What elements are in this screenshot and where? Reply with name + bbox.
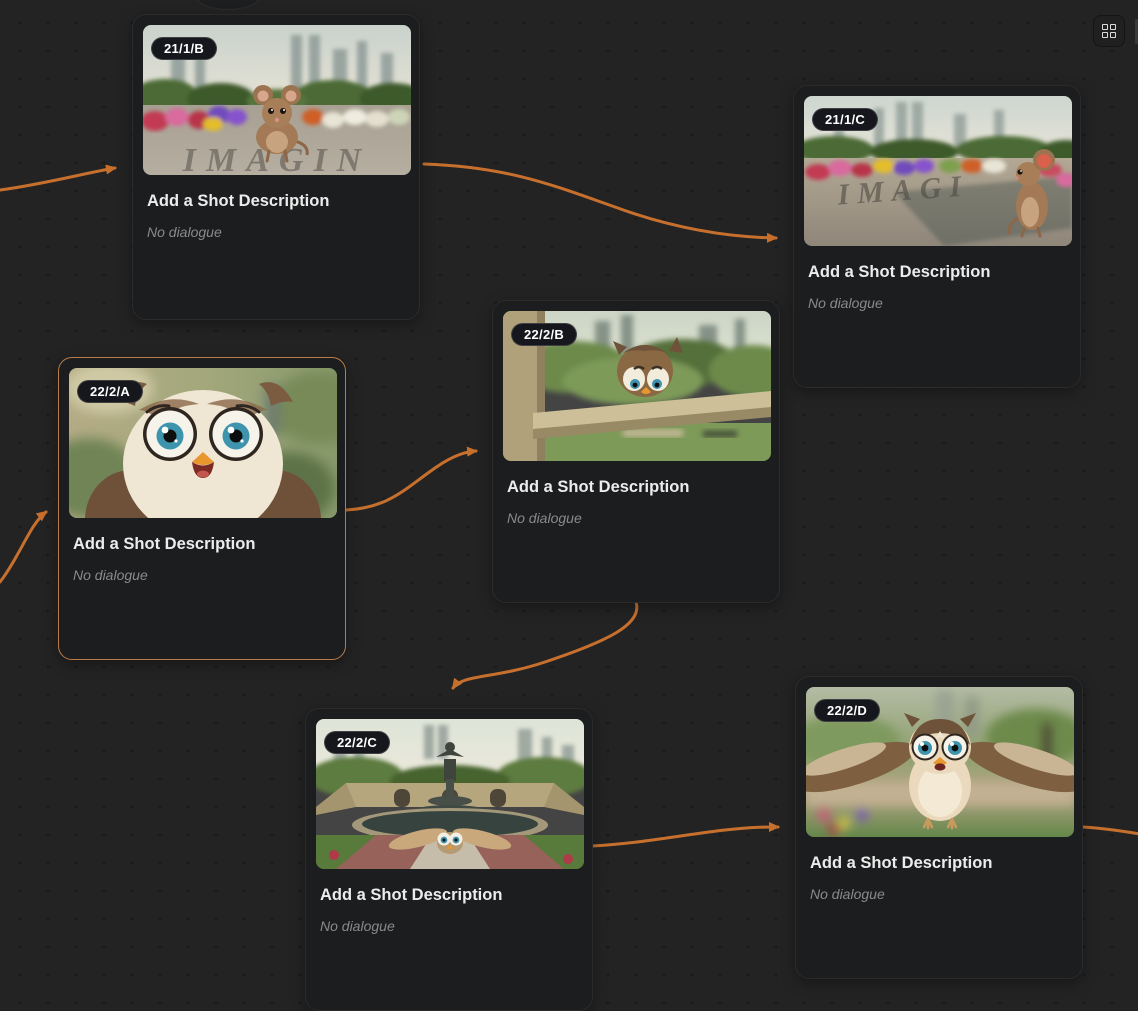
shot-id-badge: 21/1/B	[151, 37, 217, 60]
shot-id-badge: 22/2/C	[324, 731, 390, 754]
connector-into-21-1-B	[0, 168, 115, 190]
shot-description-placeholder[interactable]: Add a Shot Description	[320, 886, 578, 905]
shot-description-placeholder[interactable]: Add a Shot Description	[507, 478, 765, 497]
connector-21-1-B-to-21-1-C	[424, 164, 776, 238]
shot-thumbnail[interactable]: IMAGIN 21/1/B	[143, 25, 411, 175]
shot-description-placeholder[interactable]: Add a Shot Description	[147, 192, 405, 211]
shot-id-badge: 22/2/D	[814, 699, 880, 722]
shot-dialogue-placeholder[interactable]: No dialogue	[147, 224, 405, 240]
shot-card-21-1-C[interactable]: IMAGI 21/1/C Add a Shot Description No d…	[793, 85, 1081, 388]
shot-card-22-2-D[interactable]: 22/2/D Add a Shot Description No dialogu…	[795, 676, 1083, 979]
shot-description-placeholder[interactable]: Add a Shot Description	[810, 854, 1068, 873]
shot-dialogue-placeholder[interactable]: No dialogue	[73, 567, 331, 583]
connector-out-of-22-2-D	[1083, 827, 1138, 834]
shot-description-placeholder[interactable]: Add a Shot Description	[808, 263, 1066, 282]
shot-card-21-1-B[interactable]: IMAGIN 21/1/B	[132, 14, 420, 320]
shot-card-22-2-B[interactable]: 22/2/B Add a Shot Description No dialogu…	[492, 300, 780, 603]
connector-22-2-C-to-22-2-D	[592, 827, 778, 846]
shot-thumbnail[interactable]: 22/2/D	[806, 687, 1074, 837]
shot-thumbnail[interactable]: 22/2/B	[503, 311, 771, 461]
shot-dialogue-placeholder[interactable]: No dialogue	[507, 510, 765, 526]
shot-card-22-2-A[interactable]: 22/2/A Add a Shot Description No dialogu…	[58, 357, 346, 660]
connector-22-2-B-to-22-2-C	[453, 602, 637, 688]
shot-id-badge: 21/1/C	[812, 108, 878, 131]
shot-id-badge: 22/2/A	[77, 380, 143, 403]
connector-into-22-2-A	[0, 512, 46, 582]
connector-22-2-A-to-22-2-B	[346, 451, 476, 510]
partial-node-above	[197, 0, 259, 9]
shot-dialogue-placeholder[interactable]: No dialogue	[808, 295, 1066, 311]
shot-dialogue-placeholder[interactable]: No dialogue	[320, 918, 578, 934]
shot-description-placeholder[interactable]: Add a Shot Description	[73, 535, 331, 554]
grid-icon	[1102, 24, 1116, 38]
shot-thumbnail[interactable]: IMAGI 21/1/C	[804, 96, 1072, 246]
shot-dialogue-placeholder[interactable]: No dialogue	[810, 886, 1068, 902]
layout-view-button[interactable]	[1094, 16, 1124, 46]
shot-thumbnail[interactable]: 22/2/C	[316, 719, 584, 869]
shot-id-badge: 22/2/B	[511, 323, 577, 346]
shot-thumbnail[interactable]: 22/2/A	[69, 368, 337, 518]
shot-card-22-2-C[interactable]: 22/2/C Add a Shot Description No dialogu…	[305, 708, 593, 1011]
